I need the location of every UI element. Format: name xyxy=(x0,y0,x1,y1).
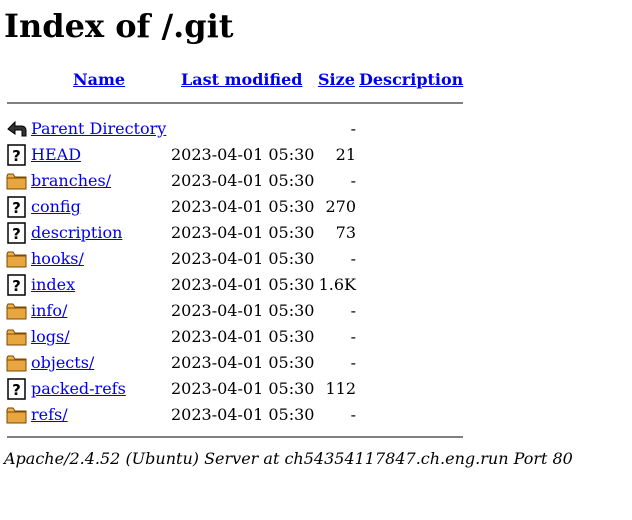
last-modified-cell: 2023-04-01 05:30 xyxy=(171,249,315,268)
last-modified-cell: 2023-04-01 05:30 xyxy=(171,405,315,424)
file-link[interactable]: HEAD xyxy=(31,145,81,165)
last-modified-cell: 2023-04-01 05:30 xyxy=(171,197,315,216)
folder-icon xyxy=(6,170,28,192)
table-row: refs/2023-04-01 05:30 - xyxy=(0,402,632,428)
folder-icon xyxy=(6,352,28,374)
file-link[interactable]: info/ xyxy=(31,301,67,321)
size-cell: - xyxy=(350,405,356,424)
table-row: objects/2023-04-01 05:30 - xyxy=(0,350,632,376)
svg-text:?: ? xyxy=(12,225,21,243)
last-modified-cell: 2023-04-01 05:30 xyxy=(171,275,315,294)
unknown-file-icon: ? xyxy=(6,378,28,400)
svg-text:?: ? xyxy=(12,277,21,295)
column-header-size[interactable]: Size xyxy=(318,70,355,90)
folder-icon xyxy=(6,326,28,348)
size-cell: - xyxy=(350,327,356,346)
server-signature: Apache/2.4.52 (Ubuntu) Server at ch54354… xyxy=(4,449,573,468)
footer-divider xyxy=(7,436,463,438)
last-modified-cell: 2023-04-01 05:30 xyxy=(171,379,315,398)
svg-text:?: ? xyxy=(12,381,21,399)
file-link[interactable]: refs/ xyxy=(31,405,68,425)
file-link[interactable]: description xyxy=(31,223,122,243)
file-link[interactable]: branches/ xyxy=(31,171,111,191)
last-modified-cell: 2023-04-01 05:30 xyxy=(171,223,315,242)
last-modified-cell: 2023-04-01 05:30 xyxy=(171,301,315,320)
table-row: ? config 2023-04-01 05:30 270 xyxy=(0,194,632,220)
folder-icon xyxy=(6,404,28,426)
page-title: Index of /.git xyxy=(4,7,234,45)
file-link[interactable]: index xyxy=(31,275,75,295)
last-modified-cell: 2023-04-01 05:30 xyxy=(171,327,315,346)
back-icon xyxy=(6,118,28,140)
table-row: ? index 2023-04-01 05:30 1.6K xyxy=(0,272,632,298)
size-cell: 21 xyxy=(335,145,356,164)
file-link[interactable]: config xyxy=(31,197,81,217)
unknown-file-icon: ? xyxy=(6,144,28,166)
column-header-last-modified[interactable]: Last modified xyxy=(181,70,302,90)
size-cell: - xyxy=(350,119,356,138)
svg-text:?: ? xyxy=(12,147,21,165)
size-cell: 112 xyxy=(325,379,356,398)
folder-icon xyxy=(6,300,28,322)
unknown-file-icon: ? xyxy=(6,274,28,296)
table-row: ? description 2023-04-01 05:30 73 xyxy=(0,220,632,246)
last-modified-cell: 2023-04-01 05:30 xyxy=(171,171,315,190)
file-link[interactable]: packed-refs xyxy=(31,379,126,399)
file-link[interactable]: objects/ xyxy=(31,353,94,373)
table-row: info/2023-04-01 05:30 - xyxy=(0,298,632,324)
table-row: branches/2023-04-01 05:30 - xyxy=(0,168,632,194)
size-cell: - xyxy=(350,171,356,190)
column-header-description[interactable]: Description xyxy=(359,70,463,90)
column-header-name[interactable]: Name xyxy=(73,70,125,90)
unknown-file-icon: ? xyxy=(6,222,28,244)
table-row: Parent Directory - xyxy=(0,116,632,142)
size-cell: - xyxy=(350,249,356,268)
last-modified-cell: 2023-04-01 05:30 xyxy=(171,353,315,372)
size-cell: 1.6K xyxy=(318,275,356,294)
folder-icon xyxy=(6,248,28,270)
table-row: ? HEAD 2023-04-01 05:30 21 xyxy=(0,142,632,168)
size-cell: 270 xyxy=(325,197,356,216)
table-row: hooks/2023-04-01 05:30 - xyxy=(0,246,632,272)
size-cell: 73 xyxy=(335,223,356,242)
last-modified-cell: 2023-04-01 05:30 xyxy=(171,145,315,164)
file-link[interactable]: Parent Directory xyxy=(31,119,166,139)
svg-text:?: ? xyxy=(12,199,21,217)
table-row: logs/2023-04-01 05:30 - xyxy=(0,324,632,350)
file-link[interactable]: logs/ xyxy=(31,327,70,347)
size-cell: - xyxy=(350,301,356,320)
header-divider xyxy=(7,102,463,104)
file-link[interactable]: hooks/ xyxy=(31,249,84,269)
unknown-file-icon: ? xyxy=(6,196,28,218)
size-cell: - xyxy=(350,353,356,372)
table-row: ? packed-refs 2023-04-01 05:30 112 xyxy=(0,376,632,402)
